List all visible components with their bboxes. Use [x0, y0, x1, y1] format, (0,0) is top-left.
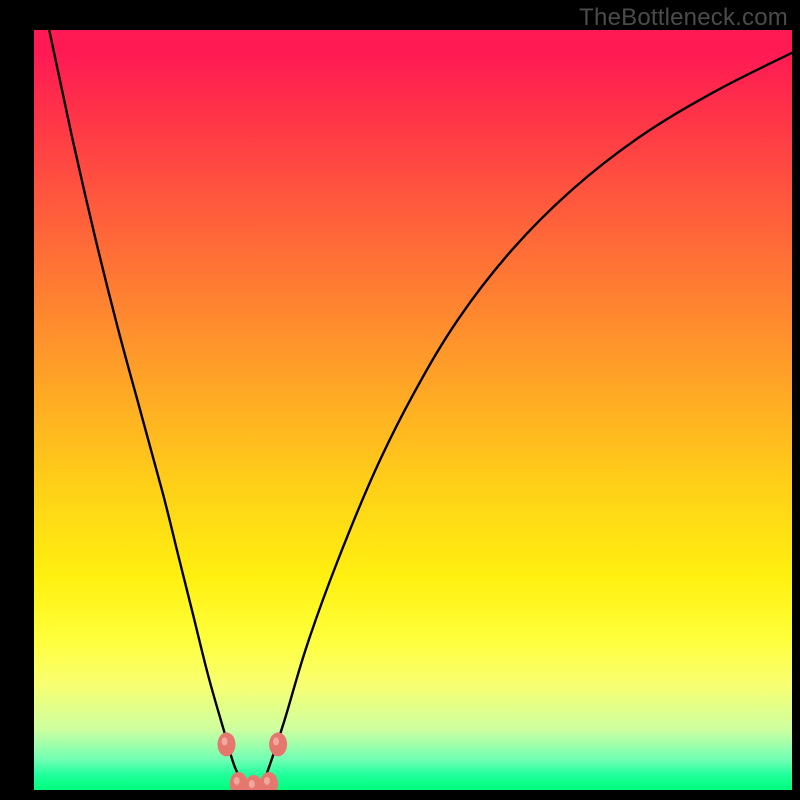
marker-right-shoulder-top [269, 732, 287, 756]
marker-highlight [264, 777, 270, 785]
marker-mid-foot [245, 775, 263, 790]
marker-highlight [273, 737, 279, 745]
marker-left-shoulder-top [218, 732, 236, 756]
curve-markers [218, 732, 288, 790]
marker-right-foot [260, 772, 278, 790]
watermark-text: TheBottleneck.com [579, 4, 788, 32]
marker-highlight [249, 780, 255, 788]
marker-left-foot [230, 772, 248, 790]
marker-highlight [222, 737, 228, 745]
marker-highlight [234, 777, 240, 785]
chart-frame: TheBottleneck.com [0, 0, 800, 800]
curve-layer [34, 30, 792, 790]
bottleneck-curve [34, 30, 792, 790]
plot-area [34, 30, 792, 790]
